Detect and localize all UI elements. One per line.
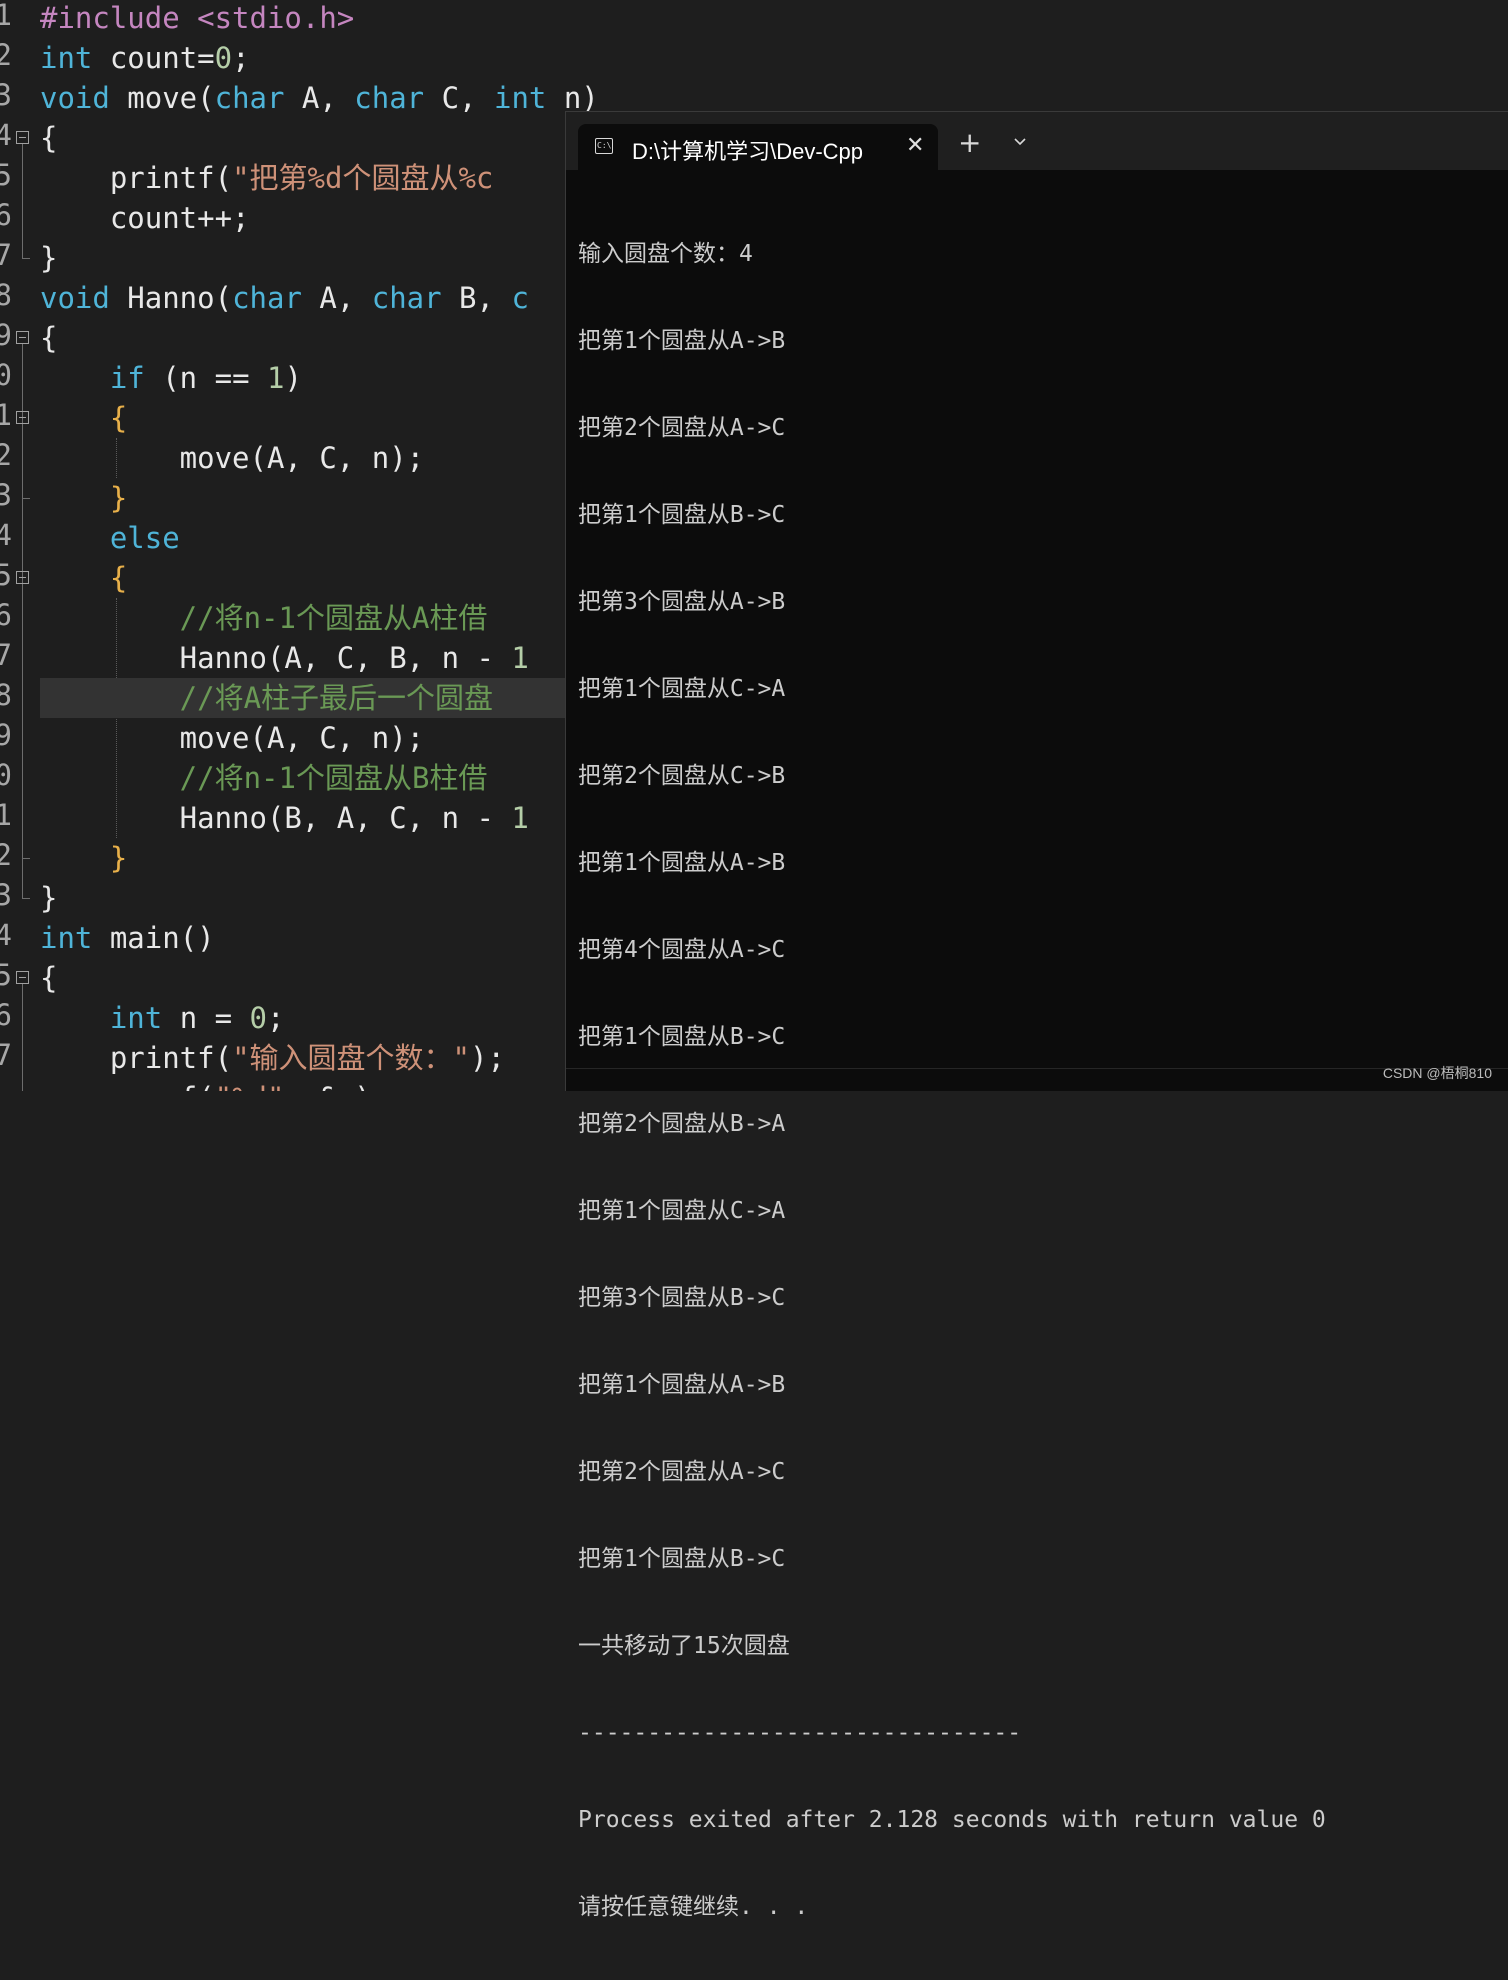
line-number: 4	[0, 918, 12, 952]
code-line[interactable]: int main()	[40, 918, 215, 958]
line-number: 1	[0, 798, 12, 832]
code-line[interactable]: }	[40, 238, 57, 278]
output-line: 把第2个圆盘从A->C	[578, 415, 786, 441]
code-line[interactable]: void move(char A, char C, int n)	[40, 78, 599, 118]
line-number: 3	[0, 878, 12, 912]
code-line[interactable]: #include <stdio.h>	[40, 0, 354, 38]
fold-guide	[22, 144, 23, 258]
fold-end	[22, 898, 30, 899]
code-line[interactable]: {	[40, 958, 57, 998]
code-line[interactable]: Hanno(A, C, B, n - 1	[40, 638, 529, 678]
output-line: 把第1个圆盘从C->A	[578, 676, 786, 702]
line-number: 3	[0, 78, 12, 112]
code-line[interactable]: }	[40, 478, 127, 518]
line-number: 9	[0, 318, 12, 352]
line-number: 3	[0, 478, 12, 512]
horizontal-scrollbar[interactable]	[566, 1068, 1508, 1091]
fold-toggle[interactable]	[16, 331, 29, 344]
line-number: 4	[0, 518, 12, 552]
line-number: 0	[0, 358, 12, 392]
line-number: 6	[0, 598, 12, 632]
line-number: 7	[0, 1038, 12, 1072]
fold-end	[22, 858, 30, 859]
terminal-icon: C:\	[595, 138, 613, 154]
fold-toggle[interactable]	[16, 411, 29, 424]
code-line[interactable]: printf("输入圆盘个数：");	[40, 1038, 505, 1078]
code-line[interactable]: count++;	[40, 198, 250, 238]
line-number: 6	[0, 998, 12, 1032]
code-line[interactable]: {	[40, 118, 57, 158]
fold-end	[22, 498, 30, 499]
code-line[interactable]: else	[40, 518, 180, 558]
tab-title: D:\计算机学习\Dev-Cpp	[632, 139, 864, 164]
console-window[interactable]: C:\ D:\计算机学习\Dev-Cpp ✕ + 输入圆盘个数：4 把第1个圆盘…	[565, 111, 1508, 1920]
line-number: 2	[0, 838, 12, 872]
fold-toggle[interactable]	[16, 131, 29, 144]
output-line: 把第3个圆盘从A->B	[578, 589, 786, 615]
code-line[interactable]: }	[40, 838, 127, 878]
output-line: 把第2个圆盘从C->B	[578, 763, 786, 789]
new-tab-button[interactable]: +	[958, 129, 981, 157]
output-line: 把第3个圆盘从B->C	[578, 1285, 786, 1311]
code-line[interactable]: }	[40, 878, 57, 918]
code-line[interactable]: {	[40, 558, 127, 598]
output-line: 一共移动了15次圆盘	[578, 1633, 790, 1659]
line-number: 8	[0, 278, 12, 312]
console-titlebar[interactable]: C:\ D:\计算机学习\Dev-Cpp ✕ +	[566, 112, 1508, 170]
output-line: 把第1个圆盘从A->B	[578, 1372, 786, 1398]
line-number: 2	[0, 38, 12, 72]
code-line[interactable]: Hanno(B, A, C, n - 1	[40, 798, 529, 838]
line-number: 5	[0, 558, 12, 592]
fold-end	[22, 258, 30, 259]
fold-toggle[interactable]	[16, 571, 29, 584]
console-tab[interactable]: C:\ D:\计算机学习\Dev-Cpp ✕	[578, 124, 938, 170]
line-number: 5	[0, 158, 12, 192]
line-number: 9	[0, 718, 12, 752]
code-line[interactable]: {	[40, 318, 57, 358]
line-number: 1	[0, 0, 12, 32]
output-line: --------------------------------	[578, 1720, 1022, 1746]
line-number: 8	[0, 678, 12, 712]
line-number: 4	[0, 118, 12, 152]
output-line: 把第2个圆盘从A->C	[578, 1459, 786, 1485]
line-number: 2	[0, 438, 12, 472]
code-line[interactable]: if (n == 1)	[40, 358, 302, 398]
code-line[interactable]: scanf("%d", &n);	[40, 1078, 389, 1091]
line-number: 6	[0, 198, 12, 232]
code-line[interactable]: void Hanno(char A, char B, c	[40, 278, 529, 318]
code-line[interactable]: move(A, C, n);	[40, 718, 424, 758]
output-line: 把第1个圆盘从B->C	[578, 1546, 786, 1572]
fold-guide	[22, 344, 23, 898]
code-line[interactable]: int count=0;	[40, 38, 250, 78]
code-line[interactable]: //将n-1个圆盘从A柱借	[40, 598, 488, 638]
code-line[interactable]: {	[40, 398, 127, 438]
close-tab-button[interactable]: ✕	[906, 133, 924, 158]
line-number: 0	[0, 758, 12, 792]
output-line: 请按任意键继续. . .	[578, 1894, 809, 1920]
fold-guide	[22, 984, 23, 1091]
fold-toggle[interactable]	[16, 971, 29, 984]
output-line: 把第2个圆盘从B->A	[578, 1111, 786, 1137]
code-line[interactable]: move(A, C, n);	[40, 438, 424, 478]
output-line: 把第1个圆盘从B->C	[578, 1024, 786, 1050]
code-line[interactable]: //将A柱子最后一个圆盘	[40, 678, 493, 718]
chevron-down-icon[interactable]	[1012, 134, 1028, 150]
output-line: 把第1个圆盘从A->B	[578, 850, 786, 876]
code-line[interactable]: //将n-1个圆盘从B柱借	[40, 758, 488, 798]
output-line: 输入圆盘个数：4	[578, 241, 753, 267]
line-number: 1	[0, 398, 12, 432]
code-line[interactable]: printf("把第%d个圆盘从%c	[40, 158, 494, 198]
line-number: 7	[0, 238, 12, 272]
line-number: 7	[0, 638, 12, 672]
output-line: 把第1个圆盘从A->B	[578, 328, 786, 354]
code-line[interactable]: int n = 0;	[40, 998, 285, 1038]
output-line: 把第1个圆盘从B->C	[578, 502, 786, 528]
watermark: CSDN @梧桐810	[1382, 1065, 1492, 1081]
line-number: 5	[0, 958, 12, 992]
output-line: 把第1个圆盘从C->A	[578, 1198, 786, 1224]
output-line: 把第4个圆盘从A->C	[578, 937, 786, 963]
output-line: Process exited after 2.128 seconds with …	[578, 1807, 1326, 1833]
